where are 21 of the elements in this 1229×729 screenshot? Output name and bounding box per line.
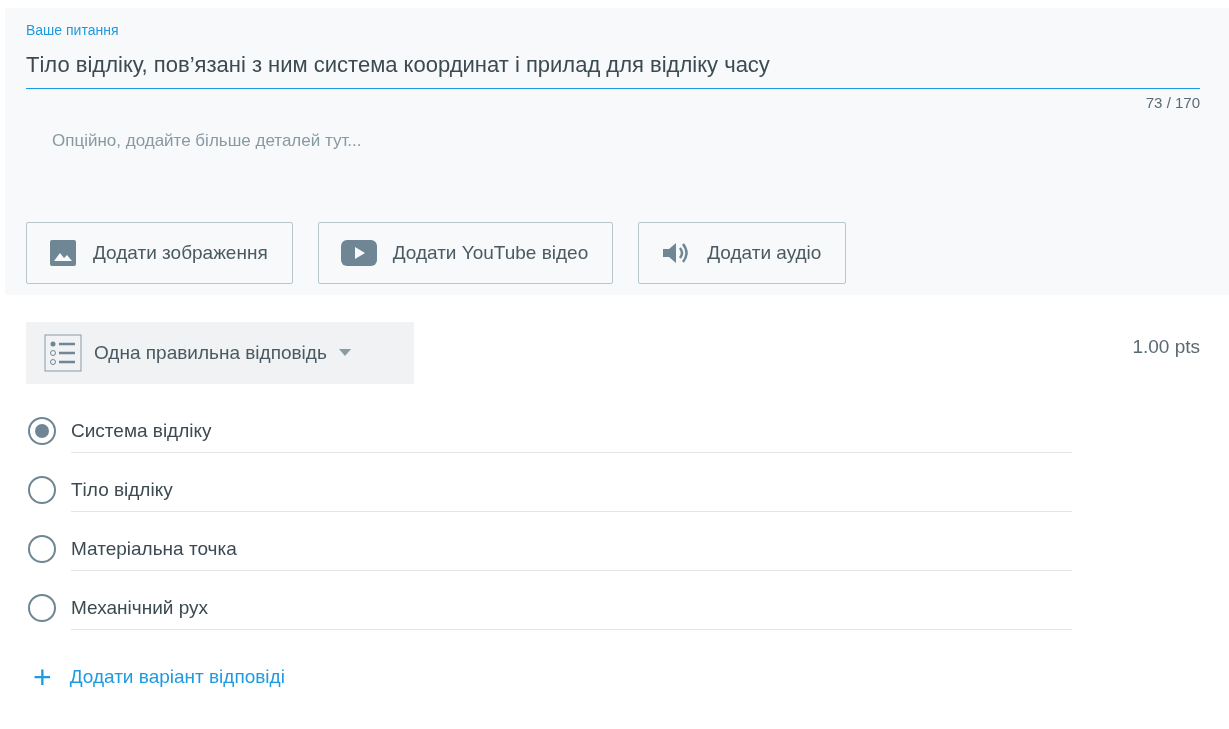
answer-type-dropdown[interactable]: Одна правильна відповідь xyxy=(26,322,414,384)
add-media-button[interactable]: Додати аудіо xyxy=(638,222,847,284)
points-value: 1.00 pts xyxy=(1132,336,1200,358)
add-media-button[interactable]: Додати зображення xyxy=(26,222,293,284)
character-counter: 73 / 170 xyxy=(1145,94,1200,111)
question-field[interactable]: Тіло відліку, пов’язані з ним система координат і прилад для відліку часу xyxy=(26,38,1200,89)
field-label: Ваше питання xyxy=(26,22,120,38)
radio-button[interactable] xyxy=(28,416,56,445)
image-icon xyxy=(49,239,77,267)
answer-option-field[interactable]: Матеріальна точка xyxy=(71,526,1072,571)
radio-button[interactable] xyxy=(28,593,56,622)
answer-option-field[interactable]: Механічний рух xyxy=(71,585,1072,630)
add-media-button[interactable]: Додати YouTube відео xyxy=(317,222,614,284)
list-icon xyxy=(44,334,82,372)
details-field[interactable]: Опційно, додайте більше деталей тут... xyxy=(52,131,1200,211)
answer-option-field[interactable]: Тіло відліку xyxy=(71,467,1072,512)
radio-button[interactable] xyxy=(28,534,56,563)
answer-option-field[interactable]: Система відліку xyxy=(71,408,1072,453)
caret-icon xyxy=(338,349,351,357)
video-play-icon xyxy=(340,240,377,266)
radio-button[interactable] xyxy=(28,475,56,504)
